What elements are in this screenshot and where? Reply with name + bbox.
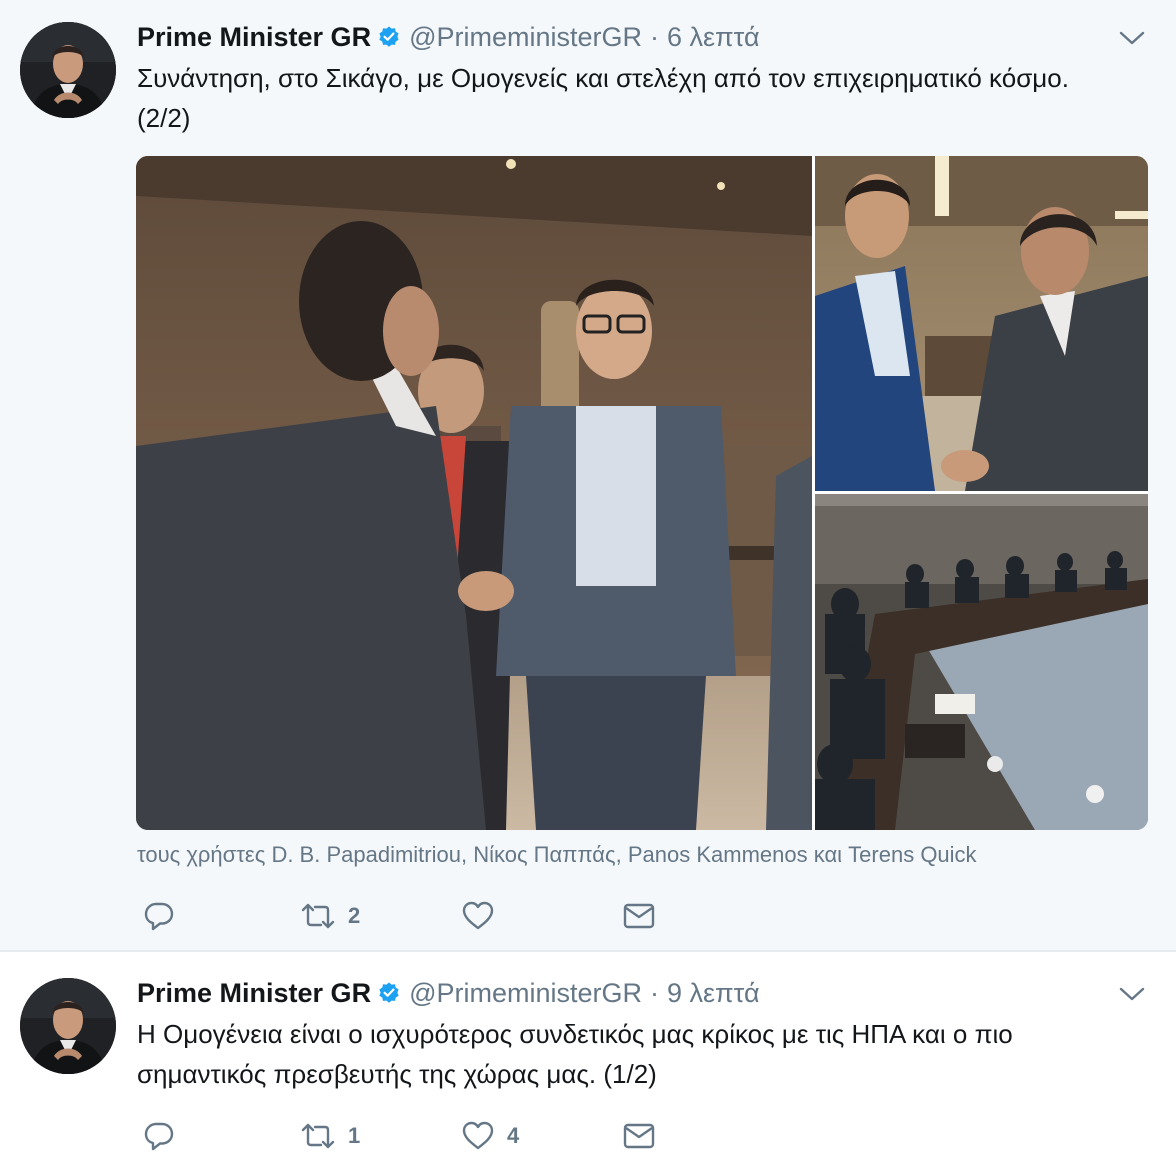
- retweet-icon: [300, 900, 336, 932]
- tweet[interactable]: Prime Minister GR @PrimeministerGR · 9 λ…: [0, 954, 1176, 1172]
- display-name[interactable]: Prime Minister GR: [137, 22, 371, 53]
- direct-message-button[interactable]: [622, 1116, 656, 1156]
- tweet-text-line: (2/2): [137, 103, 191, 133]
- verified-badge-icon: [377, 981, 401, 1005]
- envelope-icon: [622, 1121, 656, 1151]
- separator-dot: ·: [650, 21, 659, 52]
- reply-button[interactable]: [143, 896, 175, 936]
- tweet-text-line: Η Ομογένεια είναι ο ισχυρότερος συνδετικ…: [137, 1019, 1013, 1049]
- photo-grid: [136, 156, 1148, 830]
- retweet-count: 2: [348, 903, 361, 928]
- retweet-icon: [300, 1120, 336, 1152]
- chevron-down-icon[interactable]: [1118, 984, 1146, 1004]
- like-count: 4: [507, 1123, 520, 1148]
- separator-dot: ·: [650, 977, 659, 1008]
- handle[interactable]: @PrimeministerGR: [409, 22, 642, 53]
- photo-greeting[interactable]: [815, 156, 1148, 491]
- tweet-header: Prime Minister GR @PrimeministerGR · 6 λ…: [137, 20, 760, 54]
- retweet-button[interactable]: 2: [300, 896, 360, 936]
- tweet-text-line: σημαντικός πρεσβευτής της χώρας μας. (1/…: [137, 1059, 657, 1089]
- handle[interactable]: @PrimeministerGR: [409, 978, 642, 1009]
- verified-badge-icon: [377, 25, 401, 49]
- heart-icon: [461, 900, 495, 932]
- avatar[interactable]: [20, 22, 116, 118]
- heart-icon: [461, 1120, 495, 1152]
- like-button[interactable]: [461, 896, 507, 936]
- timestamp[interactable]: 6 λεπτά: [667, 22, 760, 53]
- tweet[interactable]: Prime Minister GR @PrimeministerGR · 6 λ…: [0, 0, 1176, 952]
- reply-icon: [143, 1120, 175, 1152]
- avatar[interactable]: [20, 978, 116, 1074]
- like-button[interactable]: 4: [461, 1116, 519, 1156]
- photo-meeting-table[interactable]: [815, 494, 1148, 830]
- timestamp[interactable]: 9 λεπτά: [667, 978, 760, 1009]
- tweet-text: Η Ομογένεια είναι ο ισχυρότερος συνδετικ…: [137, 1014, 1157, 1094]
- tweet-text-line: Συνάντηση, στο Σικάγο, με Ομογενείς και …: [137, 63, 1069, 93]
- envelope-icon: [622, 901, 656, 931]
- direct-message-button[interactable]: [622, 896, 656, 936]
- retweet-button[interactable]: 1: [300, 1116, 360, 1156]
- chevron-down-icon[interactable]: [1118, 28, 1146, 48]
- tagged-users[interactable]: τους χρήστες D. B. Papadimitriou, Νίκος …: [137, 842, 977, 868]
- tweet-header: Prime Minister GR @PrimeministerGR · 9 λ…: [137, 976, 760, 1010]
- display-name[interactable]: Prime Minister GR: [137, 978, 371, 1009]
- tweet-text: Συνάντηση, στο Σικάγο, με Ομογενείς και …: [137, 58, 1157, 138]
- retweet-count: 1: [348, 1123, 361, 1148]
- photo-handshake[interactable]: [136, 156, 812, 830]
- reply-icon: [143, 900, 175, 932]
- reply-button[interactable]: [143, 1116, 175, 1156]
